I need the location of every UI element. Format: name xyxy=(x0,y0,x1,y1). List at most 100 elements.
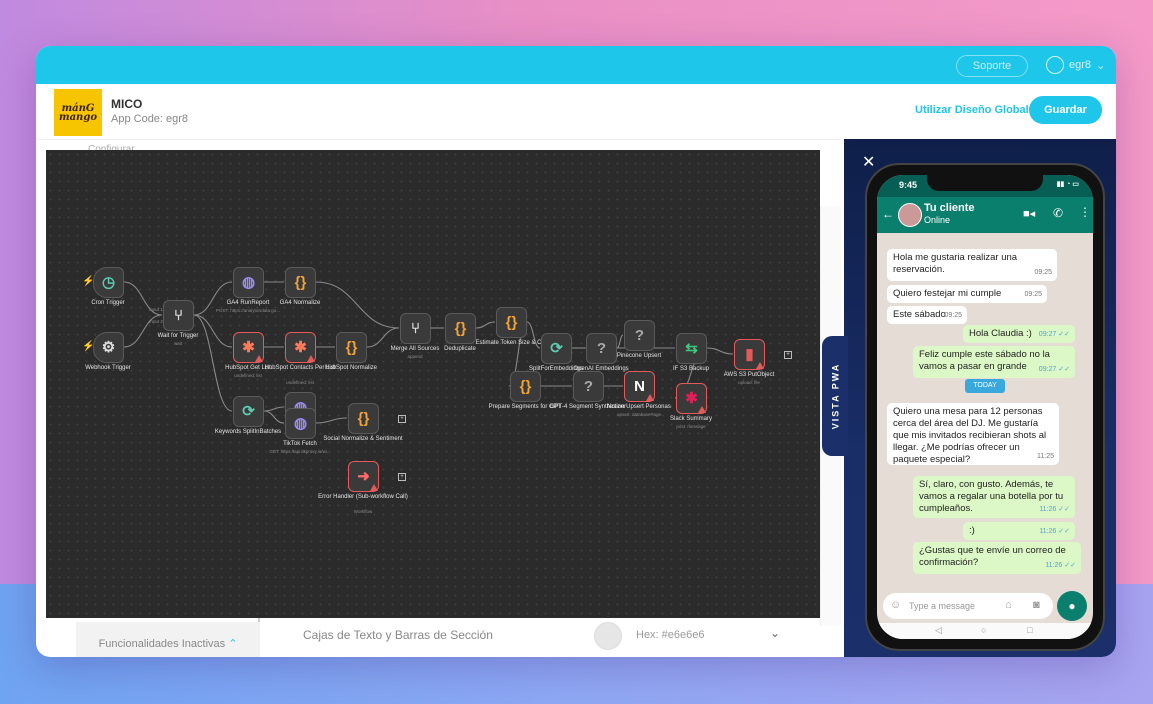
add-node-icon[interactable]: + xyxy=(398,415,406,423)
signal-icon: ▮▮ ◔ ▭ xyxy=(1056,181,1079,188)
user-icon xyxy=(1046,56,1064,74)
color-swatch[interactable] xyxy=(594,622,622,650)
pinecone-icon: ? xyxy=(634,327,645,344)
node-ga4norm[interactable]: {} xyxy=(285,267,316,298)
phone-notch xyxy=(927,175,1043,191)
splitemb-icon: ⟳ xyxy=(550,340,563,357)
node-merge[interactable]: ⑂ xyxy=(400,313,431,344)
hscontacts-icon: ✱ xyxy=(294,339,307,356)
chat-message: Sí, claro, con gusto. Además, te vamos a… xyxy=(913,476,1075,518)
node-tiktok[interactable]: ◍ xyxy=(285,408,316,439)
support-button[interactable]: Soporte xyxy=(956,55,1028,77)
nav-home-icon[interactable]: ○ xyxy=(981,625,986,635)
chat-message: ¿Gustas que te envíe un correo de confir… xyxy=(913,542,1081,574)
node-ifs3[interactable]: ⇆ xyxy=(676,333,707,364)
ifs3-icon: ⇆ xyxy=(685,340,698,357)
node-label: Error Handler (Sub-workflow Call) xyxy=(318,494,408,500)
date-divider: TODAY xyxy=(965,379,1005,393)
status-bar: 9:45 ▮▮ ◔ ▭ xyxy=(877,175,1093,197)
chat-message: Este sábado 09:25 xyxy=(887,306,967,324)
contact-name: Tu cliente xyxy=(924,202,975,214)
app-window: Soporte egr8 ⌄ mánG mango MICO App Code:… xyxy=(36,46,1116,657)
connection-dedup-estimate xyxy=(475,321,496,329)
message-placeholder: Type a message xyxy=(909,601,976,611)
save-button[interactable]: Guardar xyxy=(1029,96,1102,124)
message-input[interactable]: ☺ Type a message ⌂ ◙ xyxy=(883,593,1053,619)
trigger-icon: ⚡ xyxy=(82,341,95,352)
tiktok-icon: ◍ xyxy=(293,415,308,432)
clock: 9:45 xyxy=(899,180,918,190)
top-bar: Soporte egr8 ⌄ xyxy=(36,46,1116,84)
more-icon[interactable]: ⋮ xyxy=(1079,205,1091,219)
chat-message: Hola Claudia :) 09:27 ✓✓ xyxy=(963,325,1075,343)
mic-button[interactable]: ● xyxy=(1057,591,1087,621)
message-text: Feliz cumple este sábado no la vamos a p… xyxy=(919,349,1050,372)
node-sublabel: append xyxy=(407,354,423,359)
warning-icon xyxy=(756,362,764,369)
message-time: 09:27 ✓✓ xyxy=(1038,366,1070,373)
phone-call-icon[interactable]: ✆ xyxy=(1053,206,1063,220)
node-gpt4[interactable]: ? xyxy=(573,371,604,402)
emoji-icon: ☺ xyxy=(890,599,902,611)
video-call-icon[interactable]: ■◂ xyxy=(1023,207,1035,220)
connection-hsnorm-merge xyxy=(366,327,400,348)
back-arrow-icon[interactable]: ← xyxy=(882,207,894,221)
estimate-icon: {} xyxy=(505,314,518,331)
pwa-view-tab[interactable]: VISTA PWA xyxy=(822,336,848,456)
connection-kwsplit-tiktok xyxy=(263,410,285,424)
connection-kwsplit-ga4dup xyxy=(263,406,285,412)
node-estimate[interactable]: {} xyxy=(496,307,527,338)
add-node-icon[interactable]: + xyxy=(784,351,792,359)
node-socialnorm[interactable]: {} xyxy=(348,403,379,434)
node-kwsplit[interactable]: ⟳ xyxy=(233,396,264,427)
merge-icon: ⑂ xyxy=(410,320,420,337)
avatar[interactable] xyxy=(898,203,922,227)
message-text: Hola me gustaria realizar una reservació… xyxy=(893,252,1018,275)
chat-message: Quiero festejar mi cumple 09:25 xyxy=(887,285,1047,303)
chevron-down-icon[interactable]: ⌄ xyxy=(770,626,780,640)
node-sublabel: POST: https://analyticsdata.go... xyxy=(215,308,281,313)
nav-back-icon[interactable]: ◁ xyxy=(935,625,942,636)
socialnorm-icon: {} xyxy=(357,410,370,427)
errh-icon: ➜ xyxy=(357,468,370,485)
node-pinecone[interactable]: ? xyxy=(624,320,655,351)
chat-header: ← Tu cliente Online ■◂ ✆ ⋮ xyxy=(877,197,1093,233)
node-cron[interactable]: ◷ xyxy=(93,267,124,298)
node-label: Keywords SplitInBatches xyxy=(214,429,282,435)
inactive-features-toggle[interactable]: Funcionalidades Inactivas ⌃ xyxy=(76,622,260,657)
node-prepare[interactable]: {} xyxy=(510,371,541,402)
user-menu[interactable]: egr8 ⌄ xyxy=(1046,56,1105,74)
connection-tiktok-socialnorm xyxy=(315,417,348,424)
aws-icon: ▮ xyxy=(745,346,754,363)
chat-message: Hola me gustaria realizar una reservació… xyxy=(887,249,1057,281)
chat-message: :) 11:26 ✓✓ xyxy=(963,522,1075,540)
hsnorm-icon: {} xyxy=(345,339,358,356)
message-time: 11:26 ✓✓ xyxy=(1039,506,1070,513)
node-label: Cron Trigger xyxy=(91,300,125,306)
node-hsnorm[interactable]: {} xyxy=(336,332,367,363)
node-wait[interactable]: ⑂ xyxy=(163,300,194,331)
node-sublabel: GET: https://api.tikproxy.io/wi... xyxy=(269,449,331,454)
gpt4-icon: ? xyxy=(583,378,594,395)
node-ga4run[interactable]: ◍ xyxy=(233,267,264,298)
message-text: Quiero festejar mi cumple xyxy=(893,288,1002,299)
hex-value[interactable]: Hex: #e6e6e6 xyxy=(636,629,705,641)
node-webhook[interactable]: ⚙ xyxy=(93,332,124,363)
chat-message: Quiero una mesa para 12 personas cerca d… xyxy=(887,403,1059,465)
add-node-icon[interactable]: + xyxy=(398,473,406,481)
node-label: Notion Upsert Personas xyxy=(607,404,671,410)
workflow-canvas[interactable]: ◷ Cron Trigger ⚙ Webhook Trigger ⑂ Wait for T… xyxy=(46,150,820,618)
global-design-link[interactable]: Utilizar Diseño Global xyxy=(915,104,1029,116)
node-splitemb[interactable]: ⟳ xyxy=(541,333,572,364)
camera-icon[interactable]: ◙ xyxy=(1033,599,1040,611)
message-text: ¿Gustas que te envíe un correo de confir… xyxy=(919,545,1066,568)
app-code: App Code: egr8 xyxy=(111,113,189,125)
close-icon[interactable]: ✕ xyxy=(862,152,875,172)
node-sublabel: upload: file xyxy=(738,380,760,385)
message-time: 11:26 ✓✓ xyxy=(1045,562,1076,569)
attach-icon[interactable]: ⌂ xyxy=(1005,599,1012,611)
node-sublabel: Workflow xyxy=(353,509,373,514)
node-label: AWS S3 PutObject xyxy=(723,372,775,378)
nav-recents-icon[interactable]: □ xyxy=(1027,625,1032,635)
ga4norm-icon: {} xyxy=(294,274,307,291)
